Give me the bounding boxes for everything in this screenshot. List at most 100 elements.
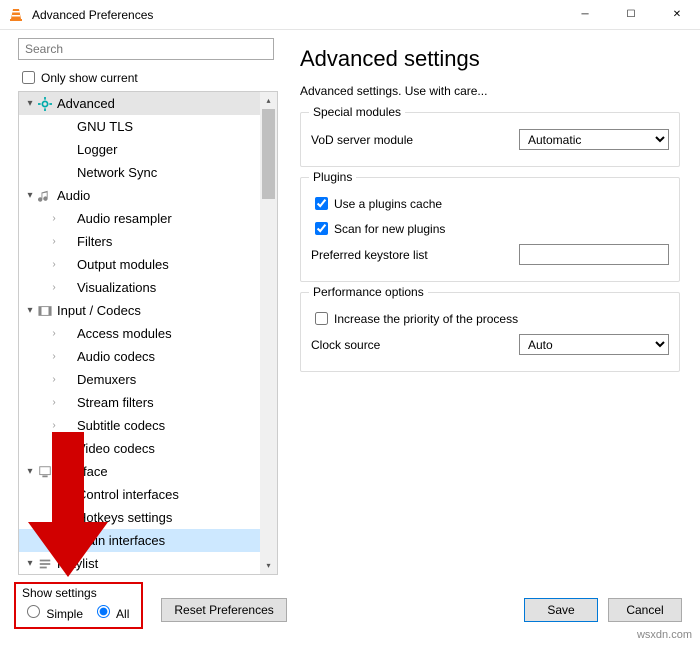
iface-icon — [37, 465, 53, 479]
tree-item[interactable]: ▾Advanced — [19, 92, 277, 115]
group-special-modules: Special modules VoD server module Automa… — [300, 112, 680, 167]
twisty-icon[interactable]: › — [47, 489, 61, 500]
twisty-icon[interactable]: ▾ — [23, 466, 37, 477]
twisty-icon[interactable]: ▾ — [23, 558, 37, 569]
priority-checkbox[interactable] — [315, 312, 328, 325]
tree-item[interactable]: ▾Interface — [19, 460, 277, 483]
codec-icon — [37, 304, 53, 318]
tree-item-label: Audio codecs — [77, 349, 155, 364]
show-settings-box: Show settings Simple All — [14, 582, 143, 629]
playlist-icon — [37, 557, 53, 571]
twisty-icon[interactable]: ▾ — [23, 305, 37, 316]
tree-item[interactable]: › Control interfaces — [19, 483, 277, 506]
priority-label: Increase the priority of the process — [334, 312, 518, 326]
tree-item[interactable]: › Filters — [19, 230, 277, 253]
search-input[interactable] — [18, 38, 274, 60]
save-button[interactable]: Save — [524, 598, 598, 622]
twisty-icon[interactable]: › — [47, 259, 61, 270]
clock-select[interactable]: Auto — [519, 334, 669, 355]
reset-preferences-button[interactable]: Reset Preferences — [161, 598, 286, 622]
twisty-icon[interactable]: ▾ — [23, 98, 37, 109]
tree-item[interactable]: › Output modules — [19, 253, 277, 276]
twisty-icon[interactable]: › — [47, 282, 61, 293]
twisty-icon[interactable]: › — [47, 420, 61, 431]
scroll-down-icon[interactable]: ▾ — [260, 557, 277, 574]
tree-item-label: Input / Codecs — [57, 303, 141, 318]
tree-item[interactable]: Network Sync — [19, 161, 277, 184]
tree-item[interactable]: ▾ Playlist — [19, 552, 277, 574]
tree-item-label: Audio resampler — [77, 211, 172, 226]
scroll-thumb[interactable] — [262, 109, 275, 199]
simple-radio-label[interactable]: Simple — [22, 607, 83, 621]
vod-select[interactable]: Automatic — [519, 129, 669, 150]
twisty-icon[interactable]: › — [47, 213, 61, 224]
tree-scrollbar[interactable]: ▴ ▾ — [260, 92, 277, 574]
keystore-label: Preferred keystore list — [311, 248, 519, 262]
tree-item[interactable]: ▾ Input / Codecs — [19, 299, 277, 322]
only-current-checkbox[interactable] — [22, 71, 35, 84]
tree-item-label: Output modules — [77, 257, 169, 272]
vlc-icon — [8, 7, 24, 23]
plugins-cache-checkbox[interactable] — [315, 197, 328, 210]
tree-item[interactable]: ›Stream filters — [19, 391, 277, 414]
group-plugins: Plugins Use a plugins cache Scan for new… — [300, 177, 680, 282]
tree-item-label: Subtitle codecs — [77, 418, 165, 433]
twisty-icon[interactable]: › — [47, 374, 61, 385]
twisty-icon[interactable]: › — [47, 397, 61, 408]
scan-plugins-checkbox[interactable] — [315, 222, 328, 235]
only-current-row: Only show current — [18, 68, 276, 87]
twisty-icon[interactable]: › — [47, 535, 61, 546]
twisty-icon[interactable]: › — [47, 236, 61, 247]
plugins-cache-label: Use a plugins cache — [334, 197, 442, 211]
tree-item-label: Playlist — [57, 556, 98, 571]
left-pane: Only show current ▾Advanced GNU TLS Logger… — [0, 30, 282, 575]
tree-item-label: GNU TLS — [77, 119, 133, 134]
close-button[interactable]: ✕ — [654, 0, 700, 30]
twisty-icon[interactable]: › — [47, 351, 61, 362]
twisty-icon[interactable]: ▾ — [23, 190, 37, 201]
gear-icon — [37, 97, 53, 111]
tree-item[interactable]: › Video codecs — [19, 437, 277, 460]
keystore-input[interactable] — [519, 244, 669, 265]
all-radio[interactable] — [97, 605, 110, 618]
tree-item-label: Video codecs — [77, 441, 155, 456]
all-radio-label[interactable]: All — [92, 607, 129, 621]
right-pane: Advanced settings Advanced settings. Use… — [282, 30, 700, 575]
scan-plugins-label: Scan for new plugins — [334, 222, 445, 236]
tree-item[interactable]: › Demuxers — [19, 368, 277, 391]
page-title: Advanced settings — [300, 46, 680, 72]
page-subtitle: Advanced settings. Use with care... — [300, 84, 680, 98]
scroll-up-icon[interactable]: ▴ — [260, 92, 277, 109]
tree-item[interactable]: Hotkeys settings — [19, 506, 277, 529]
tree-item-label: Control interfaces — [77, 487, 179, 502]
tree-item-label: Filters — [77, 234, 112, 249]
titlebar: Advanced Preferences ─ ☐ ✕ — [0, 0, 700, 30]
twisty-icon[interactable]: › — [47, 328, 61, 339]
tree-item-label: Audio — [57, 188, 90, 203]
tree-item[interactable]: › Access modules — [19, 322, 277, 345]
legend-performance: Performance options — [309, 285, 428, 299]
tree-item[interactable]: › Subtitle codecs — [19, 414, 277, 437]
tree-item[interactable]: › Audio resampler — [19, 207, 277, 230]
maximize-button[interactable]: ☐ — [608, 0, 654, 30]
simple-radio[interactable] — [27, 605, 40, 618]
window-title: Advanced Preferences — [32, 8, 562, 22]
bottom-bar: Show settings Simple All Reset Preferenc… — [0, 575, 700, 633]
tree-item[interactable]: › Audio codecs — [19, 345, 277, 368]
tree-item[interactable]: Logger — [19, 138, 277, 161]
tree-item-label: Hotkeys settings — [77, 510, 172, 525]
cancel-button[interactable]: Cancel — [608, 598, 682, 622]
clock-label: Clock source — [311, 338, 519, 352]
tree-item-label: Demuxers — [77, 372, 136, 387]
tree-item-label: Visualizations — [77, 280, 156, 295]
tree-item[interactable]: GNU TLS — [19, 115, 277, 138]
tree-item-label: Access modules — [77, 326, 172, 341]
tree-item[interactable]: › Main interfaces — [19, 529, 277, 552]
tree-item-label: Main interfaces — [77, 533, 165, 548]
tree-item[interactable]: › Visualizations — [19, 276, 277, 299]
vod-label: VoD server module — [311, 133, 519, 147]
twisty-icon[interactable]: › — [47, 443, 61, 454]
audio-icon — [37, 189, 53, 203]
minimize-button[interactable]: ─ — [562, 0, 608, 30]
tree-item[interactable]: ▾ Audio — [19, 184, 277, 207]
